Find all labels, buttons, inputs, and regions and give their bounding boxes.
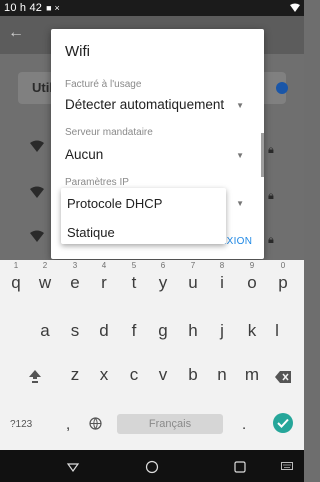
back-arrow-icon[interactable]: ← [8,24,24,42]
wifi-signal-icon [30,230,44,242]
back-nav-icon[interactable] [66,460,80,474]
on-screen-keyboard: 1q 2w 3e 4r 5t 6y 7u 8i 9o 0p a s d f g … [0,260,304,450]
key-d[interactable]: d [93,318,115,344]
key-hint: 8 [219,261,225,270]
key-label: u [188,273,198,292]
comma-key[interactable]: , [66,416,70,433]
key-o[interactable]: 9o [241,262,263,296]
chevron-down-icon[interactable]: ▼ [236,199,244,208]
key-e[interactable]: 3e [64,262,86,296]
key-label: e [70,273,80,292]
key-hint: 4 [101,261,107,270]
ip-settings-dropdown: Protocole DHCP Statique [61,188,226,244]
key-hint: 1 [13,261,19,270]
period-key[interactable]: . [242,416,246,433]
key-label: i [220,273,224,292]
key-u[interactable]: 7u [182,262,204,296]
key-label: o [247,273,257,292]
dialog-title: Wifi [65,43,90,60]
key-hint: 6 [160,261,166,270]
key-q[interactable]: 1q [5,262,27,296]
chevron-down-icon[interactable]: ▼ [236,101,244,110]
wifi-status-icon [290,3,300,12]
key-m[interactable]: m [241,362,263,388]
key-hint: 9 [249,261,255,270]
dialog-scrollbar[interactable] [261,133,264,177]
key-f[interactable]: f [123,318,145,344]
key-t[interactable]: 5t [123,262,145,296]
key-b[interactable]: b [182,362,204,388]
key-hint: 7 [190,261,196,270]
key-l[interactable]: l [266,318,288,344]
metered-label: Facturé à l'usage [65,79,142,90]
key-w[interactable]: 2w [34,262,56,296]
lock-icon: 🔒︎ [268,190,274,202]
lock-icon: 🔒︎ [268,144,274,156]
key-h[interactable]: h [182,318,204,344]
keyboard-icon[interactable] [281,462,293,470]
key-z[interactable]: z [64,362,86,388]
ip-settings-label: Paramètres IP [65,177,129,188]
key-x[interactable]: x [93,362,115,388]
proxy-label: Serveur mandataire [65,127,153,138]
wifi-toggle-label: Util [32,80,53,95]
dropdown-option-dhcp[interactable]: Protocole DHCP [67,196,162,211]
key-y[interactable]: 6y [152,262,174,296]
key-s[interactable]: s [64,318,86,344]
wifi-toggle-switch[interactable] [276,82,288,94]
backspace-icon[interactable] [275,371,291,383]
key-a[interactable]: a [34,318,56,344]
key-label: r [101,273,107,292]
key-i[interactable]: 8i [211,262,233,296]
key-label: q [11,273,21,292]
home-icon[interactable] [145,460,159,474]
key-hint: 3 [72,261,78,270]
recents-icon[interactable] [233,460,247,474]
enter-key[interactable] [273,413,293,433]
key-g[interactable]: g [152,318,174,344]
key-v[interactable]: v [152,362,174,388]
key-hint: 2 [42,261,48,270]
metered-select[interactable]: Détecter automatiquement [65,97,224,112]
status-time: 10 h 42 [4,2,43,14]
notification-icon: ■ [46,3,52,13]
chevron-down-icon[interactable]: ▼ [236,151,244,160]
key-n[interactable]: n [211,362,233,388]
key-r[interactable]: 4r [93,262,115,296]
status-bar: 10 h 42 ■ × [0,0,304,16]
key-k[interactable]: k [241,318,263,344]
notification-x-icon: × [54,3,60,13]
wifi-signal-icon [30,140,44,152]
check-icon [277,418,289,428]
dropdown-option-static[interactable]: Statique [67,225,115,240]
key-label: t [131,273,137,292]
proxy-select[interactable]: Aucun [65,147,103,162]
symbols-key[interactable]: ?123 [10,419,32,430]
shift-icon[interactable] [28,369,42,383]
navigation-bar [0,450,304,482]
key-label: p [278,273,288,292]
key-label: y [158,273,168,292]
key-hint: 5 [131,261,137,270]
lock-icon: 🔒︎ [268,234,274,246]
key-hint: 0 [280,261,286,270]
globe-icon[interactable] [89,417,102,430]
key-label: w [38,273,52,292]
key-j[interactable]: j [211,318,233,344]
space-bar[interactable]: Français [117,414,223,434]
key-p[interactable]: 0p [272,262,294,296]
key-c[interactable]: c [123,362,145,388]
wifi-signal-icon [30,186,44,198]
